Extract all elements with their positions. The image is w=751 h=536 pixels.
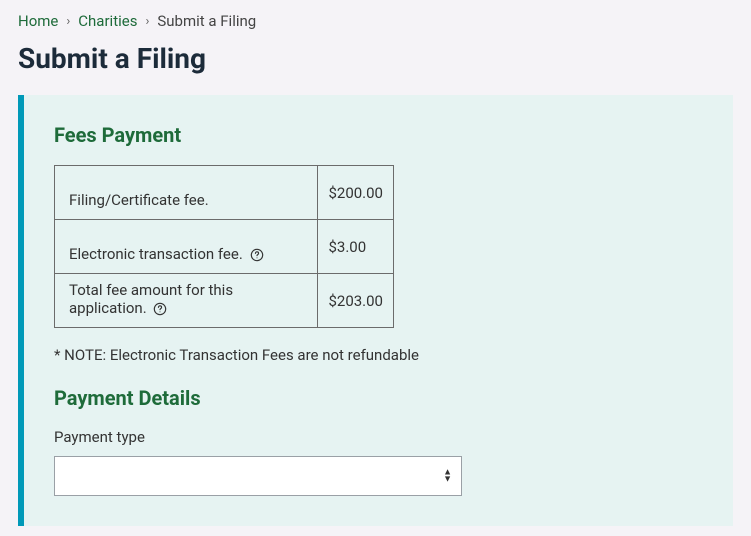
- payment-details-heading: Payment Details: [54, 386, 703, 410]
- fee-label: Electronic transaction fee.: [69, 245, 243, 263]
- fee-amount: $3.00: [328, 238, 366, 256]
- fee-amount: $200.00: [328, 184, 383, 202]
- payment-type-select[interactable]: [54, 456, 462, 496]
- table-row: Electronic transaction fee. $3.00: [55, 220, 394, 274]
- chevron-right-icon: ›: [145, 14, 149, 29]
- fees-table: Filing/Certificate fee. $200.00 Electron…: [54, 165, 394, 328]
- table-row: Filing/Certificate fee. $200.00: [55, 166, 394, 220]
- table-row: Total fee amount for this application. $…: [55, 274, 394, 328]
- chevron-right-icon: ›: [66, 14, 70, 29]
- fee-amount: $203.00: [328, 292, 383, 310]
- fees-note: * NOTE: Electronic Transaction Fees are …: [54, 346, 703, 364]
- fees-heading: Fees Payment: [54, 123, 703, 147]
- page-title: Submit a Filing: [18, 42, 733, 75]
- filing-card: Fees Payment Filing/Certificate fee. $20…: [18, 95, 733, 526]
- fee-label: Filing/Certificate fee.: [69, 191, 209, 209]
- payment-type-field: ▲ ▼: [54, 456, 462, 496]
- fee-label: Total fee amount for this application.: [69, 281, 233, 317]
- payment-type-label: Payment type: [54, 428, 703, 446]
- breadcrumb-charities[interactable]: Charities: [78, 12, 137, 30]
- breadcrumb-home[interactable]: Home: [18, 12, 58, 30]
- breadcrumb-current: Submit a Filing: [157, 12, 256, 30]
- breadcrumb: Home › Charities › Submit a Filing: [18, 12, 733, 30]
- help-icon[interactable]: [250, 248, 264, 262]
- help-icon[interactable]: [153, 302, 167, 316]
